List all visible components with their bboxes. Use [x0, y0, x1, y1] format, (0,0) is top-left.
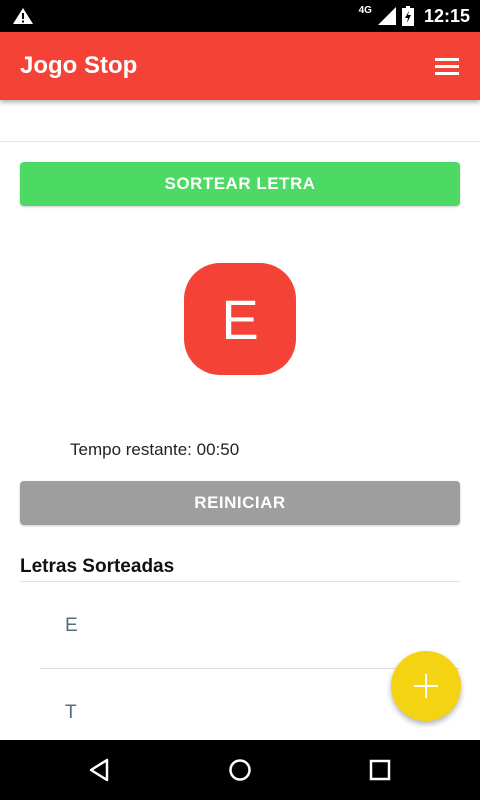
time-remaining-text: Tempo restante: 00:50	[70, 440, 240, 459]
plus-icon	[414, 674, 438, 698]
warning-icon	[13, 8, 33, 24]
status-bar: 4G 12:15	[0, 0, 480, 32]
signal-icon	[377, 7, 396, 25]
add-fab-button[interactable]	[391, 651, 461, 721]
recents-icon[interactable]	[365, 755, 395, 785]
app-bar: Jogo Stop	[0, 32, 480, 100]
battery-icon	[401, 6, 414, 26]
back-icon[interactable]	[85, 755, 115, 785]
system-nav-bar	[0, 740, 480, 800]
app-title: Jogo Stop	[20, 52, 138, 79]
home-icon[interactable]	[225, 755, 255, 785]
list-item-letter: T	[65, 702, 77, 723]
current-letter-tile: E	[184, 263, 296, 375]
draw-letter-button[interactable]: SORTEAR LETRA	[20, 162, 460, 206]
clock: 12:15	[423, 5, 470, 26]
reset-button[interactable]: REINICIAR	[20, 481, 460, 525]
divider	[0, 141, 480, 142]
list-item-letter: E	[65, 615, 78, 636]
hamburger-menu-icon[interactable]	[432, 54, 462, 78]
network-type: 4G	[358, 4, 372, 16]
status-icons: 4G 12:15	[359, 0, 470, 32]
drawn-letters-heading: Letras Sorteadas	[20, 556, 175, 577]
